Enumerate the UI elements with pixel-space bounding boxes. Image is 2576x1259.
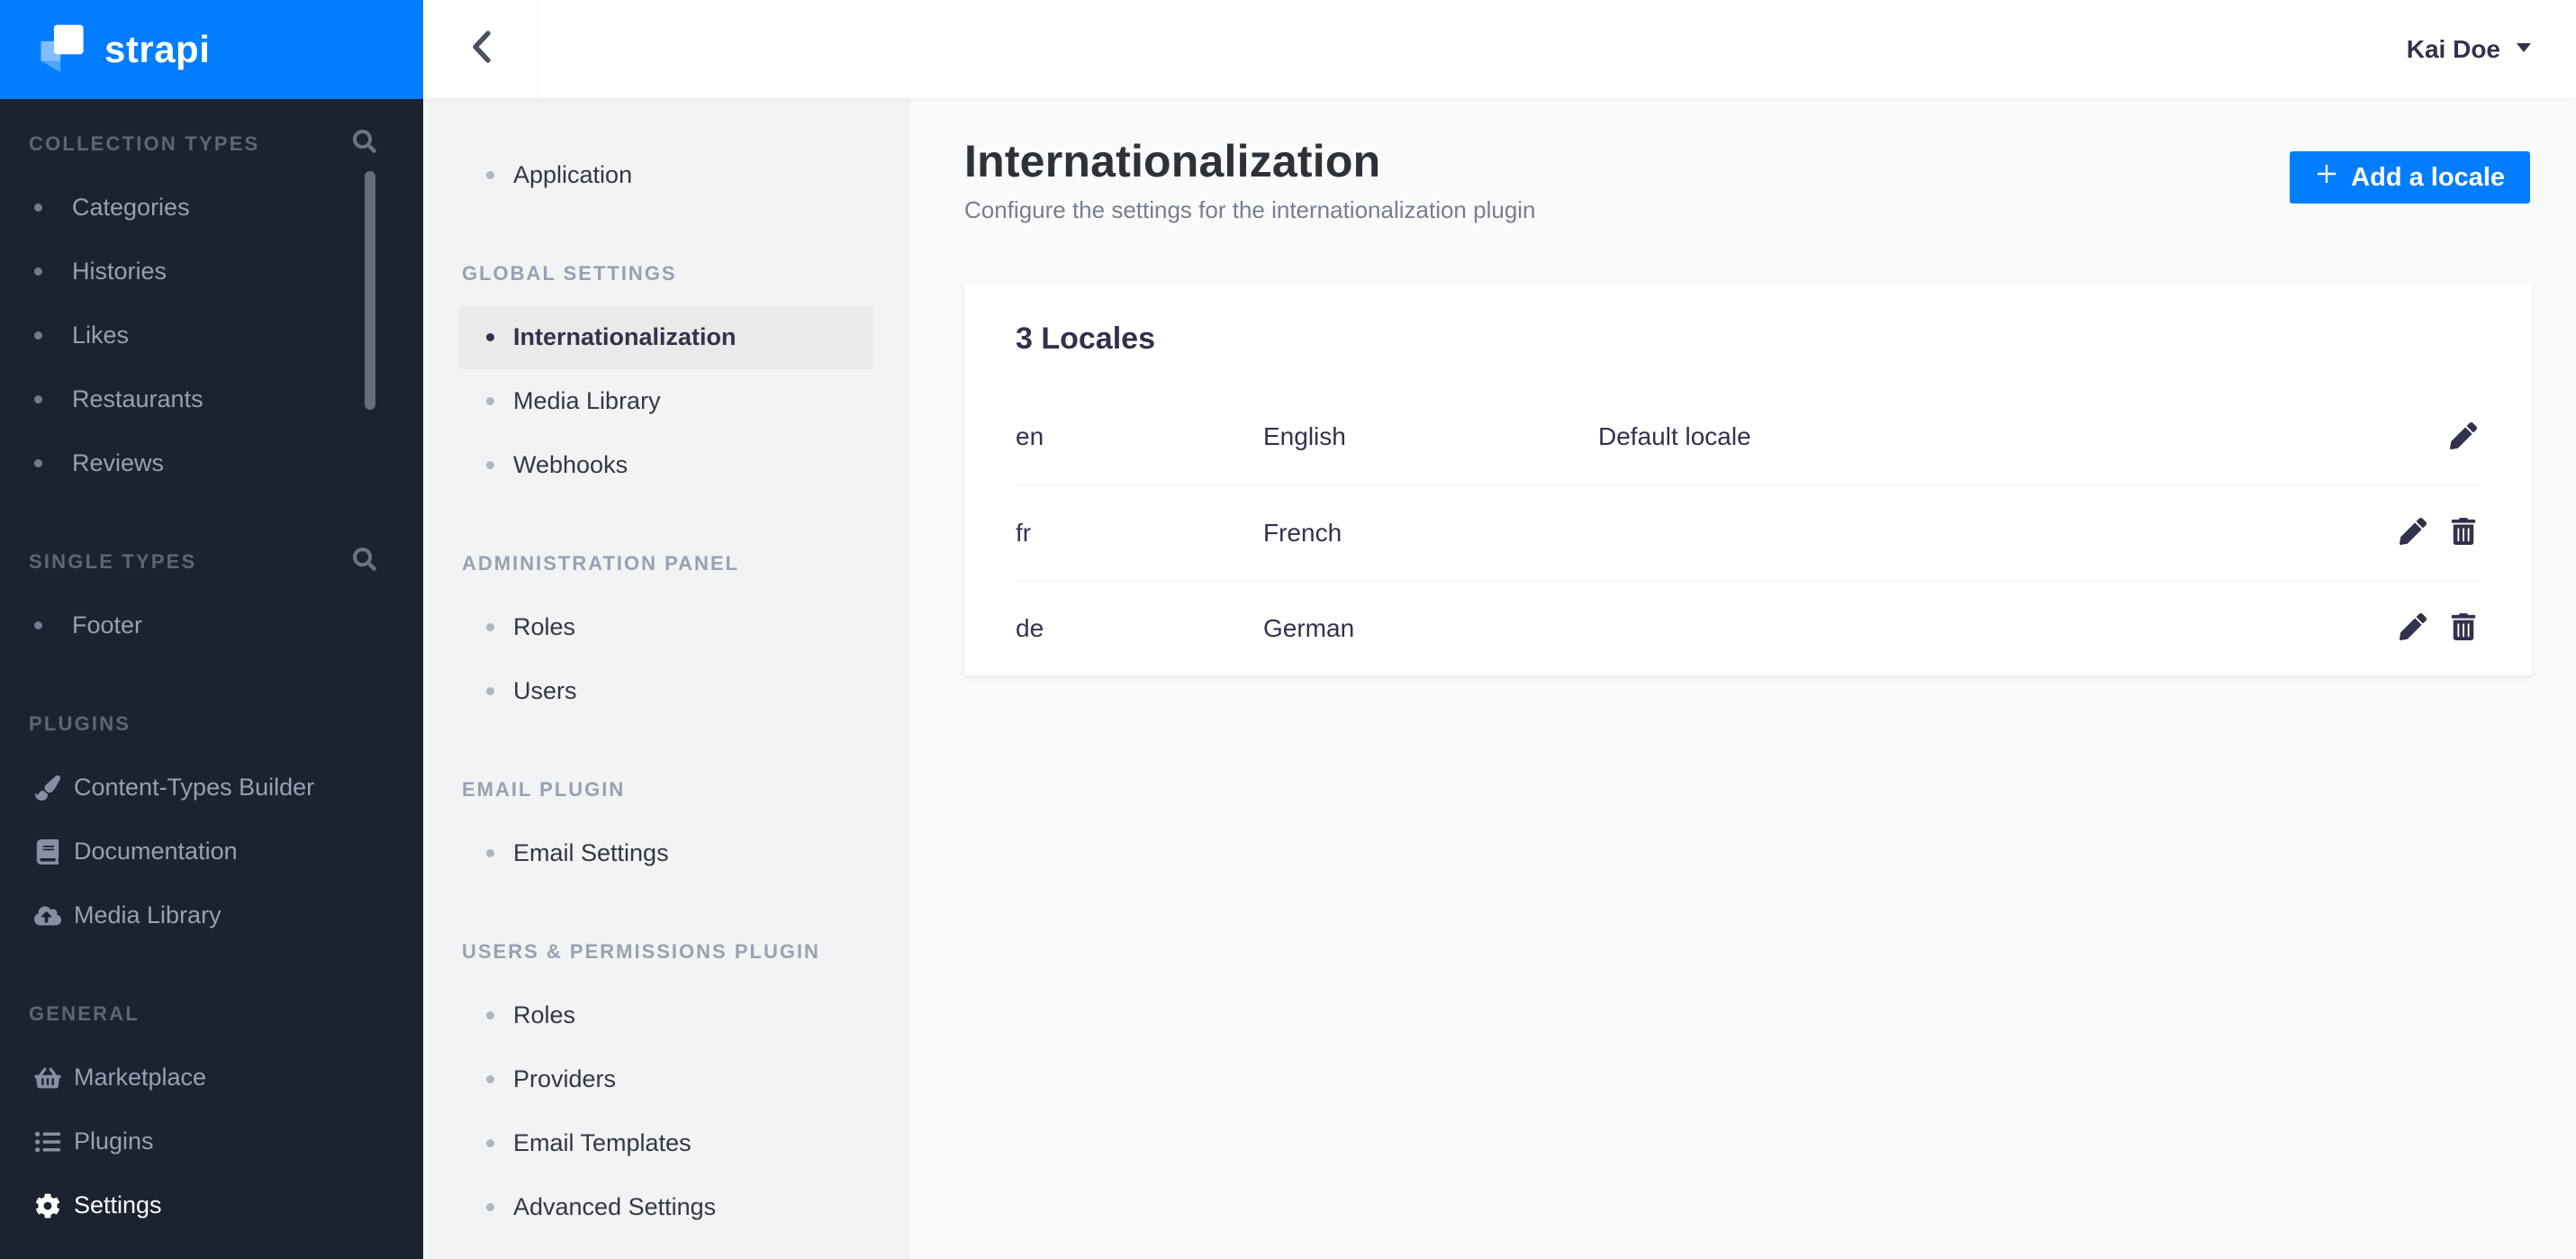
locale-name: German — [1263, 613, 1355, 642]
settings-nav-application[interactable]: Application — [459, 143, 873, 207]
main-sidebar: strapi COLLECTION TYPES Categories Histo… — [0, 0, 423, 1259]
settings-nav-advanced-settings[interactable]: Advanced Settings — [459, 1175, 873, 1239]
bullet-icon — [34, 331, 42, 340]
page-subtitle: Configure the settings for the internati… — [964, 196, 1536, 223]
section-general: GENERAL Marketplace Plugins Settings — [0, 982, 423, 1237]
add-locale-button[interactable]: Add a locale — [2290, 151, 2530, 204]
sidebar-item-footer[interactable]: Footer — [0, 593, 423, 657]
bullet-icon — [34, 267, 42, 276]
paint-brush-icon — [34, 774, 61, 802]
delete-locale-button[interactable] — [2446, 516, 2481, 550]
bullet-icon — [486, 623, 494, 631]
pencil-icon — [2400, 518, 2427, 548]
locale-code: de — [1016, 613, 1044, 642]
list-icon — [34, 1128, 61, 1155]
strapi-logo[interactable]: strapi — [0, 0, 423, 99]
edit-locale-button[interactable] — [2396, 516, 2430, 550]
bullet-icon — [486, 1011, 494, 1019]
sidebar-item-reviews[interactable]: Reviews — [0, 431, 423, 495]
settings-nav-email-templates[interactable]: Email Templates — [459, 1111, 873, 1175]
cloud-upload-icon — [34, 902, 61, 929]
locale-row-en: en English Default locale — [1016, 389, 2481, 485]
book-icon — [34, 838, 61, 865]
settings-sidebar: Application GLOBAL SETTINGS Internationa… — [423, 99, 909, 1259]
pencil-icon — [2450, 421, 2477, 452]
bullet-icon — [34, 459, 42, 467]
section-label: SINGLE TYPES — [29, 549, 197, 573]
bullet-icon — [486, 171, 494, 179]
locales-count-title: 3 Locales — [1016, 322, 1155, 356]
sidebar-item-histories[interactable]: Histories — [0, 240, 423, 303]
gear-icon — [34, 1192, 61, 1219]
bullet-icon — [486, 1075, 494, 1083]
sidebar-item-settings[interactable]: Settings — [0, 1173, 423, 1237]
section-single-types: SINGLE TYPES Footer — [0, 530, 423, 657]
sidebar-item-likes[interactable]: Likes — [0, 303, 423, 367]
sidebar-item-media-library[interactable]: Media Library — [0, 883, 423, 947]
search-icon[interactable] — [353, 547, 376, 576]
locale-row-fr: fr French — [1016, 485, 2481, 580]
bullet-icon — [486, 1139, 494, 1147]
delete-locale-button[interactable] — [2446, 611, 2481, 646]
plus-icon — [2315, 162, 2338, 193]
settings-nav-admin-roles[interactable]: Roles — [459, 595, 873, 659]
trash-icon — [2451, 518, 2476, 548]
settings-nav-admin-users[interactable]: Users — [459, 659, 873, 723]
sidebar-item-content-types-builder[interactable]: Content-Types Builder — [0, 756, 423, 820]
chevron-left-icon — [468, 29, 493, 69]
bullet-icon — [486, 849, 494, 857]
shopping-basket-icon — [34, 1064, 61, 1091]
bullet-icon — [486, 687, 494, 695]
sidebar-item-categories[interactable]: Categories — [0, 176, 423, 240]
bullet-icon — [486, 1203, 494, 1211]
settings-section-email-plugin: EMAIL PLUGIN — [462, 777, 626, 801]
locales-card: 3 Locales en English Default locale fr F… — [964, 284, 2532, 675]
main-content: Internationalization Configure the setti… — [909, 99, 2576, 1259]
section-label: PLUGINS — [29, 711, 131, 735]
bullet-icon — [34, 395, 42, 403]
section-collection-types: COLLECTION TYPES Categories Histories Li… — [0, 112, 423, 495]
settings-nav-providers[interactable]: Providers — [459, 1047, 873, 1111]
settings-section-global: GLOBAL SETTINGS — [462, 261, 677, 285]
bullet-icon — [34, 621, 42, 630]
sidebar-item-plugins[interactable]: Plugins — [0, 1110, 423, 1173]
locale-name: French — [1263, 518, 1342, 547]
user-menu[interactable]: Kai Doe — [2407, 0, 2531, 98]
settings-nav-webhooks[interactable]: Webhooks — [459, 433, 873, 497]
sidebar-scrollbar[interactable] — [365, 171, 375, 410]
settings-section-users-permissions: USERS & PERMISSIONS PLUGIN — [462, 939, 820, 963]
locale-name: English — [1263, 422, 1346, 450]
section-plugins: PLUGINS Content-Types Builder Documentat… — [0, 692, 423, 947]
sidebar-item-restaurants[interactable]: Restaurants — [0, 367, 423, 431]
section-label: COLLECTION TYPES — [29, 131, 260, 155]
settings-nav-email-settings[interactable]: Email Settings — [459, 821, 873, 885]
locale-row-de: de German — [1016, 580, 2481, 675]
bullet-icon — [486, 461, 494, 469]
bullet-icon — [486, 397, 494, 405]
top-header: Kai Doe — [423, 0, 2576, 99]
brand-name: strapi — [104, 28, 211, 70]
bullet-icon — [34, 204, 42, 212]
strapi-logo-icon — [36, 22, 88, 78]
settings-nav-internationalization[interactable]: Internationalization — [459, 305, 873, 369]
pencil-icon — [2400, 613, 2427, 643]
settings-nav-up-roles[interactable]: Roles — [459, 983, 873, 1047]
sidebar-item-marketplace[interactable]: Marketplace — [0, 1046, 423, 1110]
section-label: GENERAL — [29, 1001, 140, 1025]
bullet-icon — [486, 333, 494, 341]
edit-locale-button[interactable] — [2396, 611, 2430, 646]
locale-code: en — [1016, 422, 1044, 450]
settings-section-admin-panel: ADMINISTRATION PANEL — [462, 551, 740, 575]
search-icon[interactable] — [353, 129, 376, 159]
edit-locale-button[interactable] — [2446, 420, 2481, 454]
user-name: Kai Doe — [2406, 34, 2500, 63]
locale-default-badge: Default locale — [1598, 422, 1751, 450]
trash-icon — [2451, 613, 2476, 643]
chevron-down-icon — [2517, 41, 2531, 58]
settings-nav-media-library[interactable]: Media Library — [459, 369, 873, 433]
sidebar-item-documentation[interactable]: Documentation — [0, 820, 423, 883]
back-button[interactable] — [423, 0, 538, 98]
page-title: Internationalization — [964, 136, 1381, 186]
locale-code: fr — [1016, 518, 1032, 547]
